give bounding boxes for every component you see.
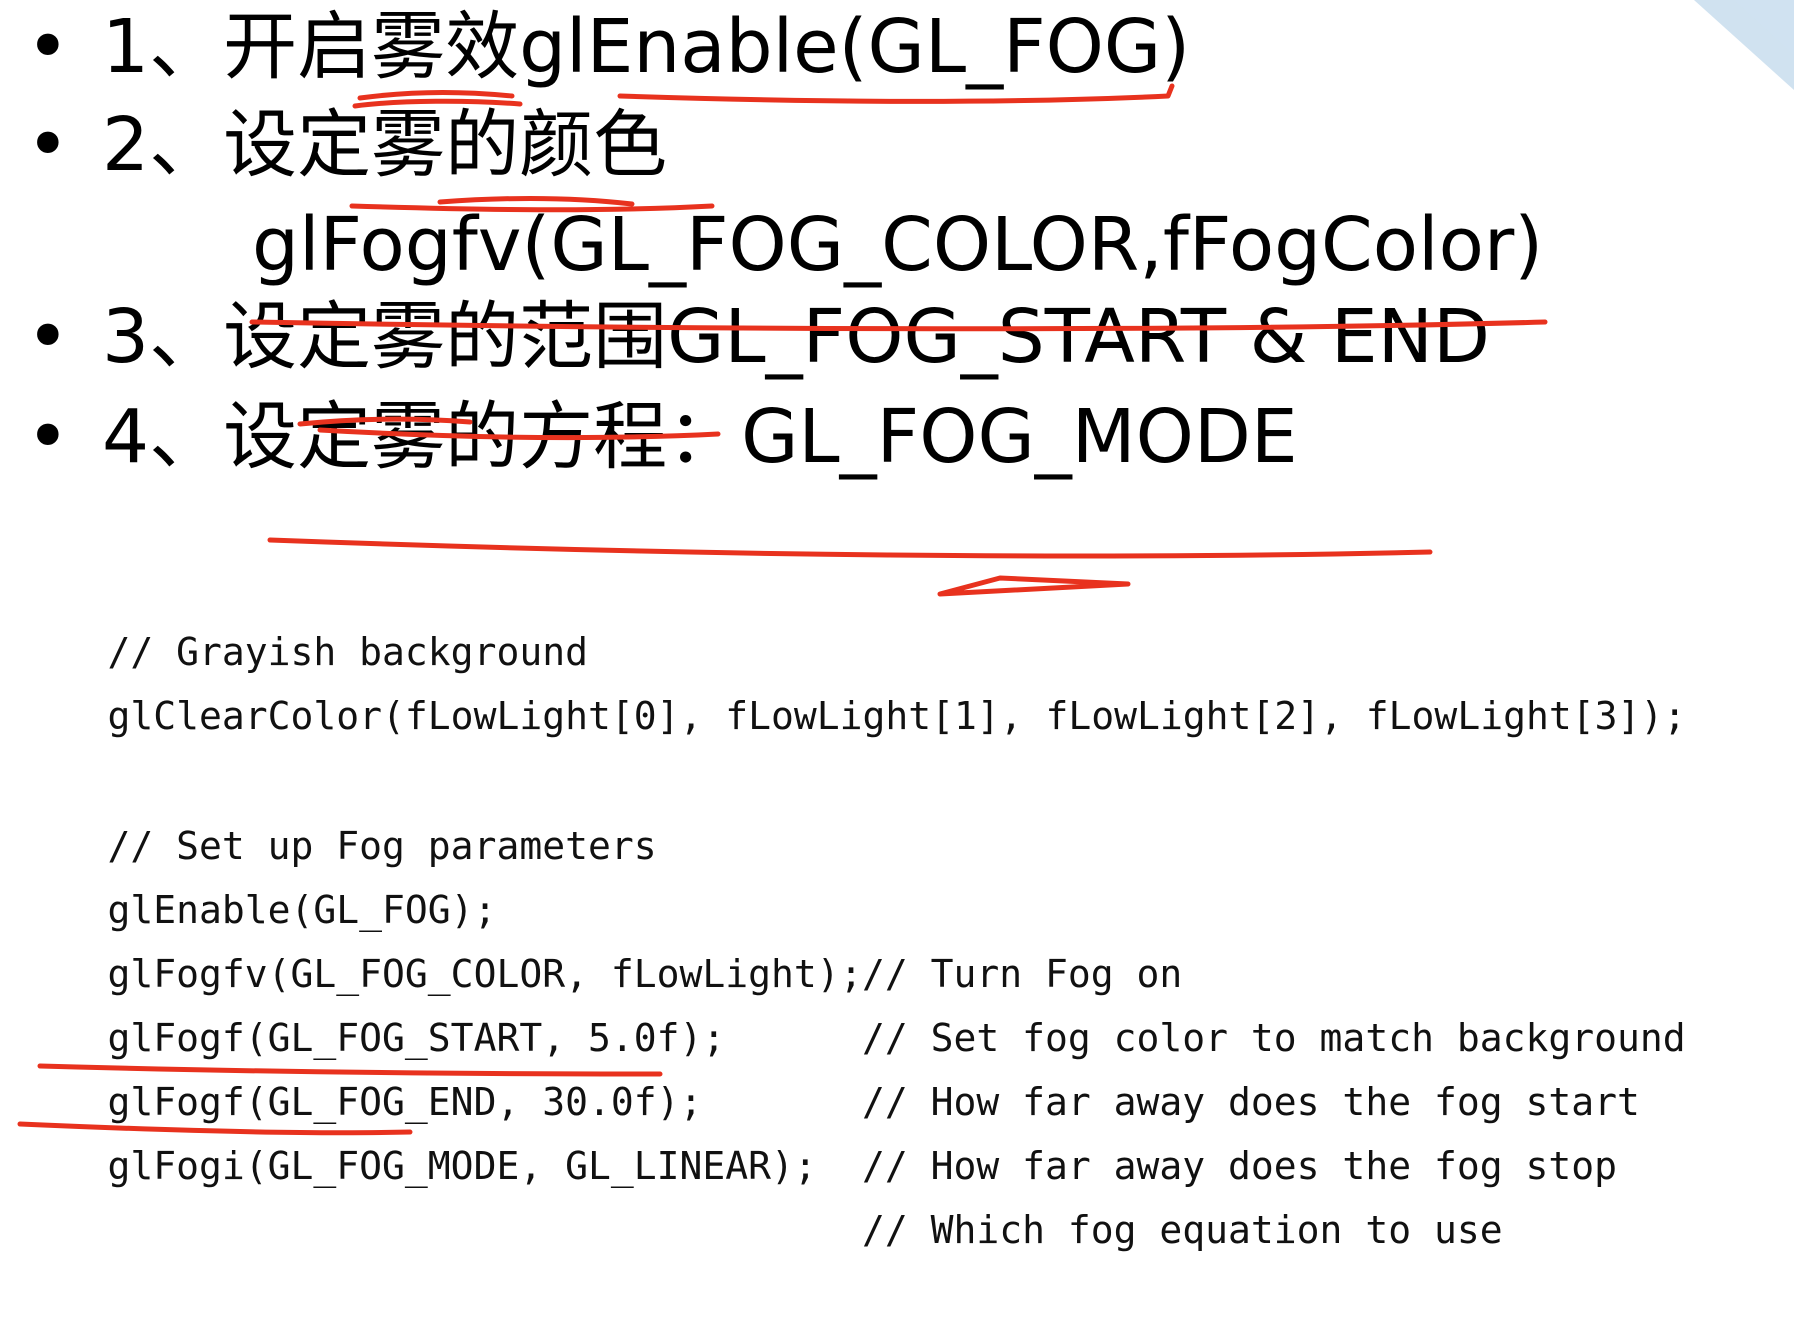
bullet-marker: • <box>26 294 70 380</box>
code-comment: // Set fog color to match background <box>862 1016 1686 1060</box>
bullet-continuation: glFogfv(GL_FOG_COLOR,fFogColor) <box>252 200 1543 290</box>
code-comment: // Turn Fog on <box>862 952 1183 996</box>
code-line: glFogi(GL_FOG_MODE, GL_LINEAR); // Which… <box>16 1070 1503 1252</box>
bullet-marker: • <box>26 102 70 188</box>
code-line: glFogf(GL_FOG_END, 30.0f); // How far aw… <box>16 1006 1617 1188</box>
code-line: glFogfv(GL_FOG_COLOR, fLowLight); // Set… <box>16 878 1686 1060</box>
code-line: // Set up Fog parameters <box>16 750 657 868</box>
code-line: glEnable(GL_FOG); // Turn Fog on <box>16 814 1183 996</box>
code-comment: // How far away does the fog start <box>862 1080 1640 1124</box>
bullet-marker: • <box>26 394 70 480</box>
bullet-text: 2、设定雾的颜色 <box>102 102 668 188</box>
bullet-text: 4、设定雾的方程：GL_FOG_MODE <box>102 394 1298 480</box>
corner-decoration <box>1694 0 1794 90</box>
code-text: glClearColor(fLowLight[0], fLowLight[1],… <box>107 694 1687 738</box>
bullet-text: 1、开启雾效glEnable(GL_FOG) <box>102 4 1191 90</box>
code-comment: // Which fog equation to use <box>862 1208 1503 1252</box>
code-line: glClearColor(fLowLight[0], fLowLight[1],… <box>16 620 1687 738</box>
code-text: glFogi(GL_FOG_MODE, GL_LINEAR); <box>107 1144 817 1188</box>
code-line: glFogf(GL_FOG_START, 5.0f); // How far a… <box>16 942 1640 1124</box>
code-line: // Grayish background <box>16 556 588 674</box>
bullet-marker: • <box>26 4 70 90</box>
underline-mark <box>267 537 1433 559</box>
arrow-mark <box>937 575 1131 597</box>
bullet-text: glFogfv(GL_FOG_COLOR,fFogColor) <box>252 202 1544 288</box>
bullet-text: 3、设定雾的范围GL_FOG_START & END <box>102 294 1490 380</box>
underline-mark <box>357 90 515 101</box>
code-comment: // How far away does the fog stop <box>862 1144 1617 1188</box>
